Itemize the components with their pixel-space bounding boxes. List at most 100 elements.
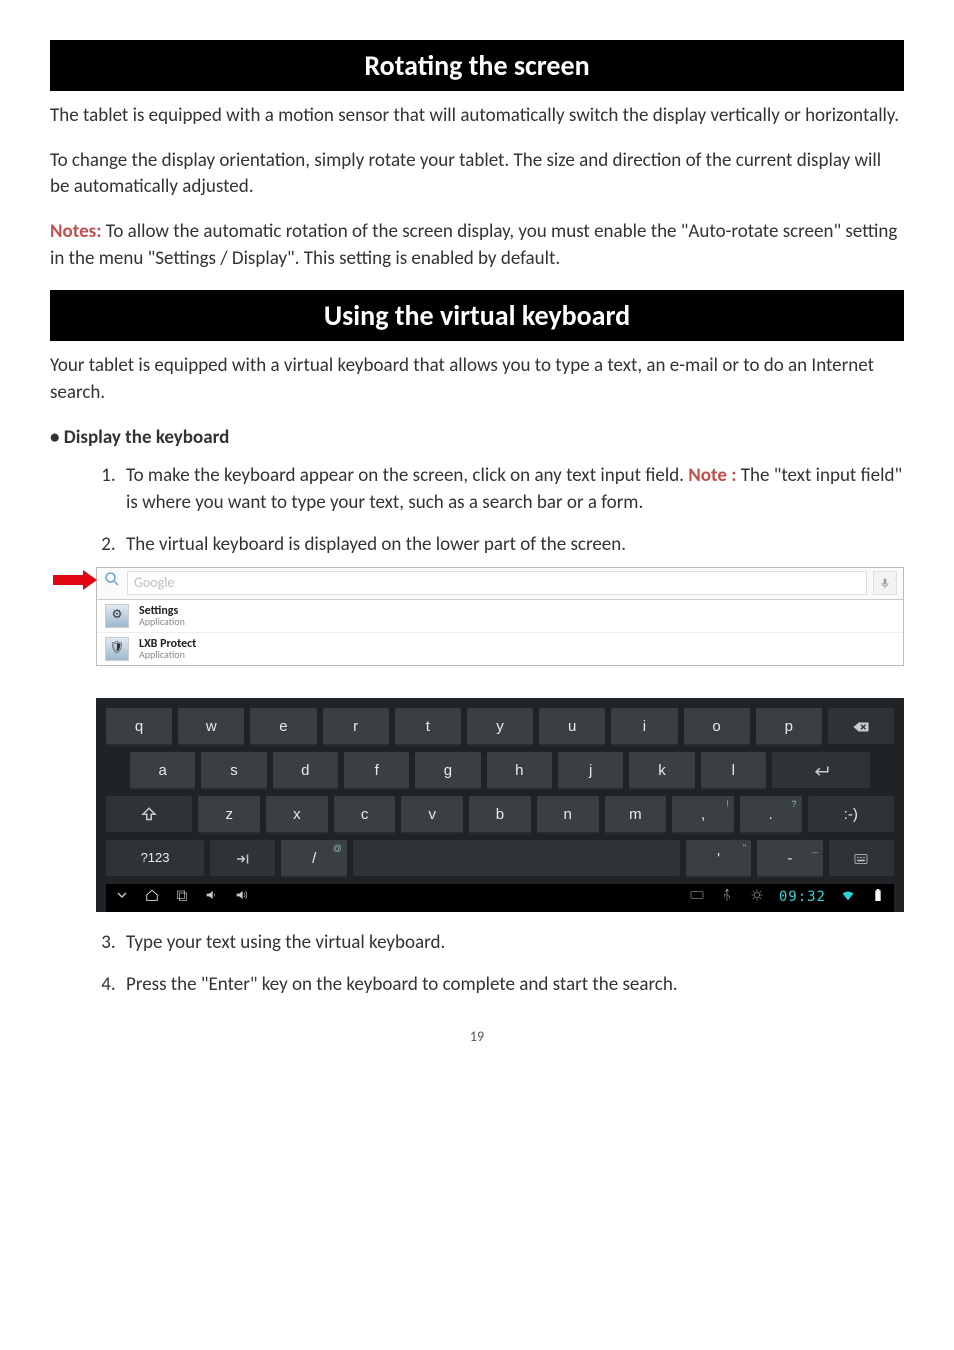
key-y[interactable]: y bbox=[467, 708, 533, 746]
status-usb-icon bbox=[719, 887, 735, 909]
key-tab[interactable] bbox=[210, 840, 275, 878]
key-shift[interactable] bbox=[106, 796, 192, 834]
key-j[interactable]: j bbox=[558, 752, 623, 790]
rotate-p1: The tablet is equipped with a motion sen… bbox=[50, 103, 904, 130]
key-sup: @ bbox=[333, 842, 342, 855]
key-label: - bbox=[787, 848, 792, 869]
key-e[interactable]: e bbox=[250, 708, 316, 746]
rotate-p2: To change the display orientation, simpl… bbox=[50, 148, 904, 201]
key-numtoggle[interactable]: ?123 bbox=[106, 840, 204, 878]
mic-icon[interactable] bbox=[873, 571, 897, 595]
enter-icon bbox=[812, 762, 830, 780]
status-clock: 09:32 bbox=[779, 888, 826, 908]
key-i[interactable]: i bbox=[611, 708, 677, 746]
key-s[interactable]: s bbox=[201, 752, 266, 790]
backspace-icon bbox=[852, 718, 870, 736]
key-a[interactable]: a bbox=[130, 752, 195, 790]
wifi-icon bbox=[840, 887, 856, 909]
kb-row1: q w e r t y u i o p bbox=[106, 708, 894, 746]
key-g[interactable]: g bbox=[415, 752, 480, 790]
vk-intro: Your tablet is equipped with a virtual k… bbox=[50, 353, 904, 406]
step-1: To make the keyboard appear on the scree… bbox=[120, 463, 904, 516]
step1-note-label: Note : bbox=[688, 464, 736, 487]
key-n[interactable]: n bbox=[537, 796, 599, 834]
key-enter[interactable] bbox=[772, 752, 870, 790]
key-sup: ? bbox=[792, 798, 797, 811]
rotate-notes: Notes: To allow the automatic rotation o… bbox=[50, 219, 904, 272]
keyboard-figure: Google ⚙ Settings Application 🛡 LXB Pro bbox=[96, 567, 904, 912]
nav-voldown-icon[interactable] bbox=[204, 887, 220, 909]
system-bar: 09:32 bbox=[106, 884, 894, 912]
result-row-settings[interactable]: ⚙ Settings Application bbox=[97, 600, 903, 633]
key-smile[interactable]: :-) bbox=[808, 796, 894, 834]
key-p[interactable]: p bbox=[756, 708, 822, 746]
step-3: Type your text using the virtual keyboar… bbox=[120, 930, 904, 957]
step1a: To make the keyboard appear on the scree… bbox=[126, 464, 688, 487]
key-period[interactable]: ? . bbox=[740, 796, 802, 834]
search-icon[interactable] bbox=[103, 570, 121, 597]
nav-hide-icon[interactable] bbox=[114, 887, 130, 909]
red-arrow-icon bbox=[53, 570, 97, 590]
key-x[interactable]: x bbox=[266, 796, 328, 834]
virtual-keyboard: q w e r t y u i o p a s d bbox=[96, 698, 904, 912]
search-input[interactable]: Google bbox=[127, 571, 867, 595]
key-v[interactable]: v bbox=[401, 796, 463, 834]
nav-home-icon[interactable] bbox=[144, 887, 160, 909]
tab-icon bbox=[234, 850, 252, 868]
key-b[interactable]: b bbox=[469, 796, 531, 834]
key-t[interactable]: t bbox=[395, 708, 461, 746]
result-row-lxb[interactable]: 🛡 LXB Protect Application bbox=[97, 633, 903, 665]
key-r[interactable]: r bbox=[323, 708, 389, 746]
key-w[interactable]: w bbox=[178, 708, 244, 746]
shift-icon bbox=[140, 806, 158, 824]
key-label: / bbox=[312, 848, 316, 869]
status-kb-icon bbox=[689, 887, 705, 909]
key-space[interactable] bbox=[353, 840, 680, 878]
step-2: The virtual keyboard is displayed on the… bbox=[120, 532, 904, 911]
banner-rotate: Rotating the screen bbox=[50, 40, 904, 91]
nav-volup-icon[interactable] bbox=[234, 887, 250, 909]
key-apostrophe[interactable]: " ' bbox=[686, 840, 751, 878]
banner-vk: Using the virtual keyboard bbox=[50, 290, 904, 341]
steps-list: To make the keyboard appear on the scree… bbox=[50, 463, 904, 999]
lxb-app-icon: 🛡 bbox=[105, 637, 129, 661]
result-sub: Application bbox=[139, 617, 185, 627]
kb-row2: a s d f g h j k l bbox=[106, 752, 894, 790]
page-number: 19 bbox=[50, 1027, 904, 1047]
step-4: Press the "Enter" key on the keyboard to… bbox=[120, 972, 904, 999]
key-z[interactable]: z bbox=[198, 796, 260, 834]
key-sup: ! bbox=[726, 798, 729, 811]
key-slash[interactable]: @ / bbox=[281, 840, 346, 878]
key-m[interactable]: m bbox=[605, 796, 667, 834]
key-label: ' bbox=[717, 848, 720, 869]
kb-row3: z x c v b n m ! , ? . :-) bbox=[106, 796, 894, 834]
key-q[interactable]: q bbox=[106, 708, 172, 746]
step2-text: The virtual keyboard is displayed on the… bbox=[126, 533, 626, 556]
key-k[interactable]: k bbox=[629, 752, 694, 790]
status-debug-icon bbox=[749, 887, 765, 909]
key-dash[interactable]: _ - bbox=[757, 840, 822, 878]
key-sup: _ bbox=[813, 842, 818, 855]
bullet-heading: • Display the keyboard bbox=[50, 425, 904, 452]
key-o[interactable]: o bbox=[684, 708, 750, 746]
key-l[interactable]: l bbox=[701, 752, 766, 790]
key-ime[interactable] bbox=[829, 840, 894, 878]
key-h[interactable]: h bbox=[487, 752, 552, 790]
key-sup: " bbox=[743, 842, 746, 855]
settings-app-icon: ⚙ bbox=[105, 604, 129, 628]
battery-icon bbox=[870, 887, 886, 909]
key-label: , bbox=[701, 804, 705, 825]
key-d[interactable]: d bbox=[273, 752, 338, 790]
nav-recent-icon[interactable] bbox=[174, 887, 190, 909]
key-comma[interactable]: ! , bbox=[672, 796, 734, 834]
key-backspace[interactable] bbox=[828, 708, 894, 746]
key-u[interactable]: u bbox=[539, 708, 605, 746]
ime-icon bbox=[852, 850, 870, 868]
key-c[interactable]: c bbox=[334, 796, 396, 834]
search-row: Google bbox=[97, 568, 903, 600]
key-f[interactable]: f bbox=[344, 752, 409, 790]
search-area: Google ⚙ Settings Application 🛡 LXB Pro bbox=[96, 567, 904, 666]
notes-label: Notes: bbox=[50, 220, 101, 243]
notes-body: To allow the automatic rotation of the s… bbox=[50, 220, 897, 270]
result-sub: Application bbox=[139, 650, 196, 660]
